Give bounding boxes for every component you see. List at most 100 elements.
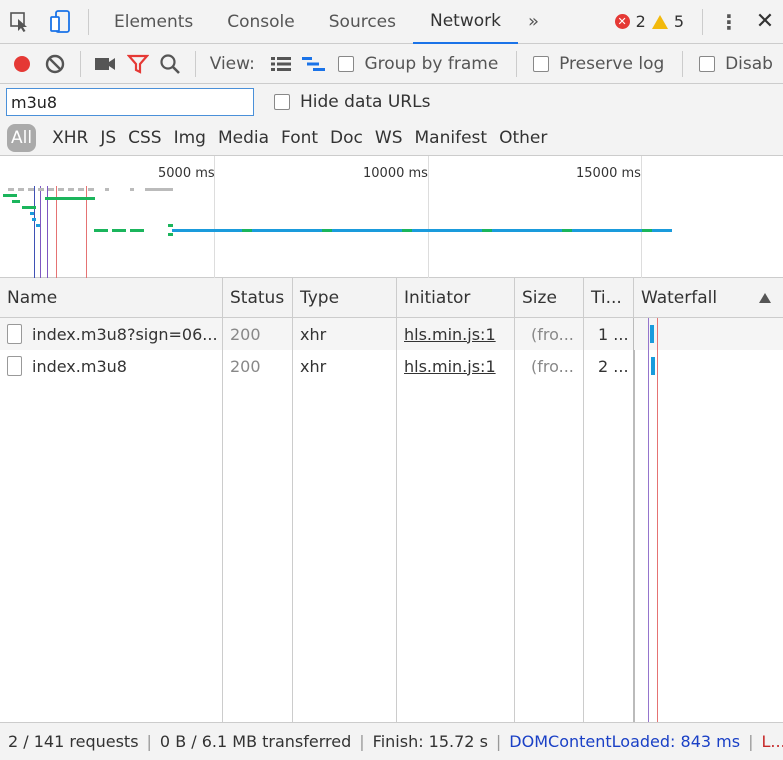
request-activity xyxy=(168,233,173,236)
large-rows-button[interactable] xyxy=(265,44,298,83)
record-icon xyxy=(14,55,31,72)
search-button[interactable] xyxy=(154,44,187,83)
request-activity xyxy=(172,229,672,232)
timeline-tick-label: 5000 ms xyxy=(158,166,215,181)
type-filter-font[interactable]: Font xyxy=(275,124,324,152)
type-filter-doc[interactable]: Doc xyxy=(324,124,369,152)
column-header-name[interactable]: Name xyxy=(0,278,223,318)
request-activity xyxy=(145,188,173,191)
more-menu-button[interactable]: ⋮ xyxy=(711,10,747,34)
hide-data-urls-label: Hide data URLs xyxy=(300,92,431,112)
type-filter-media[interactable]: Media xyxy=(212,124,275,152)
waterfall-bar xyxy=(650,325,654,343)
filter-button[interactable] xyxy=(121,44,154,83)
capture-screenshots-button[interactable] xyxy=(88,44,121,83)
dcl-marker-line xyxy=(34,186,35,278)
column-divider[interactable] xyxy=(396,318,397,722)
hide-data-urls-checkbox[interactable] xyxy=(274,94,290,110)
grid-line xyxy=(641,156,642,278)
record-button[interactable] xyxy=(6,44,39,83)
divider: | xyxy=(495,732,502,751)
show-overview-button[interactable] xyxy=(298,44,331,83)
column-header-time[interactable]: Ti... xyxy=(584,278,634,318)
request-size: (fro... xyxy=(531,324,574,344)
type-filter-css[interactable]: CSS xyxy=(122,124,167,152)
request-activity xyxy=(94,229,148,232)
video-camera-icon xyxy=(94,57,115,70)
column-header-waterfall[interactable]: Waterfall xyxy=(634,278,783,318)
column-divider[interactable] xyxy=(514,318,515,722)
request-activity xyxy=(32,218,36,221)
tab-console[interactable]: Console xyxy=(210,0,312,44)
search-icon xyxy=(160,53,181,74)
hide-data-urls-option[interactable]: Hide data URLs xyxy=(272,92,430,112)
disable-cache-label: Disab xyxy=(725,53,773,74)
group-by-frame-checkbox[interactable] xyxy=(338,55,355,72)
column-divider[interactable] xyxy=(292,318,293,722)
type-filter-other[interactable]: Other xyxy=(493,124,553,152)
request-status: 200 xyxy=(230,356,261,376)
request-activity xyxy=(8,188,98,191)
error-count: 2 xyxy=(635,12,646,31)
tab-elements[interactable]: Elements xyxy=(97,0,210,44)
marker-line xyxy=(40,186,41,278)
divider xyxy=(79,50,81,77)
divider: | xyxy=(146,732,152,751)
request-initiator-link[interactable]: hls.min.js:1 xyxy=(397,350,515,382)
issues-counter[interactable]: ✕ 2 5 xyxy=(614,12,694,31)
request-activity xyxy=(36,224,40,227)
request-activity xyxy=(105,188,109,191)
filter-input[interactable] xyxy=(6,88,254,116)
table-row[interactable]: index.m3u8 200 xhr hls.min.js:1 (fro... … xyxy=(0,350,634,382)
column-header-type[interactable]: Type xyxy=(293,278,397,318)
column-divider[interactable] xyxy=(222,318,223,722)
sort-ascending-icon xyxy=(759,293,771,303)
request-status: 200 xyxy=(230,324,261,344)
waterfall-bar xyxy=(651,357,655,375)
more-tabs-button[interactable]: » xyxy=(518,11,546,32)
type-filter-js[interactable]: JS xyxy=(94,124,122,152)
column-divider[interactable] xyxy=(583,318,584,722)
type-filter-ws[interactable]: WS xyxy=(369,124,409,152)
group-by-frame-label: Group by frame xyxy=(364,53,499,74)
type-filter-all[interactable]: All xyxy=(7,123,37,152)
tab-sources[interactable]: Sources xyxy=(312,0,413,44)
device-mobile-icon xyxy=(50,9,70,33)
transferred-size: 0 B / 6.1 MB transferred xyxy=(159,732,352,751)
tab-network[interactable]: Network xyxy=(413,0,518,44)
request-activity xyxy=(45,197,95,200)
timeline-tick-label: 10000 ms xyxy=(363,166,428,181)
type-filter-img[interactable]: Img xyxy=(168,124,212,152)
request-activity xyxy=(12,200,20,203)
type-filter-xhr[interactable]: XHR xyxy=(46,124,94,152)
request-initiator-link[interactable]: hls.min.js:1 xyxy=(397,318,515,350)
device-toolbar-button[interactable] xyxy=(40,0,80,44)
column-header-initiator[interactable]: Initiator xyxy=(397,278,515,318)
load-time: L... xyxy=(761,732,783,751)
finish-time: Finish: 15.72 s xyxy=(372,732,488,751)
type-filter-manifest[interactable]: Manifest xyxy=(409,124,494,152)
request-size: (fro... xyxy=(531,356,574,376)
inspect-element-button[interactable] xyxy=(0,0,40,44)
divider xyxy=(702,8,703,35)
request-name: index.m3u8 xyxy=(32,356,127,376)
divider xyxy=(194,50,196,77)
network-overview-timeline[interactable]: 5000 ms 10000 ms 15000 ms xyxy=(0,156,783,278)
request-activity xyxy=(30,212,34,215)
close-devtools-button[interactable]: ✕ xyxy=(747,9,783,34)
cursor-select-icon xyxy=(10,11,27,32)
disable-cache-checkbox[interactable] xyxy=(699,55,716,72)
request-activity xyxy=(3,194,17,197)
requests-table-body: index.m3u8?sign=06... 200 xhr hls.min.js… xyxy=(0,318,783,722)
preserve-log-checkbox[interactable] xyxy=(533,55,550,72)
clear-button[interactable] xyxy=(39,44,72,83)
table-row[interactable]: index.m3u8?sign=06... 200 xhr hls.min.js… xyxy=(0,318,634,350)
load-marker-line xyxy=(657,318,658,722)
preserve-log-label: Preserve log xyxy=(559,53,665,74)
divider xyxy=(88,8,89,35)
column-header-status[interactable]: Status xyxy=(223,278,293,318)
grid-line xyxy=(428,156,429,278)
column-header-size[interactable]: Size xyxy=(515,278,584,318)
request-time: 2 ... xyxy=(598,356,629,376)
list-rows-icon xyxy=(271,56,292,71)
